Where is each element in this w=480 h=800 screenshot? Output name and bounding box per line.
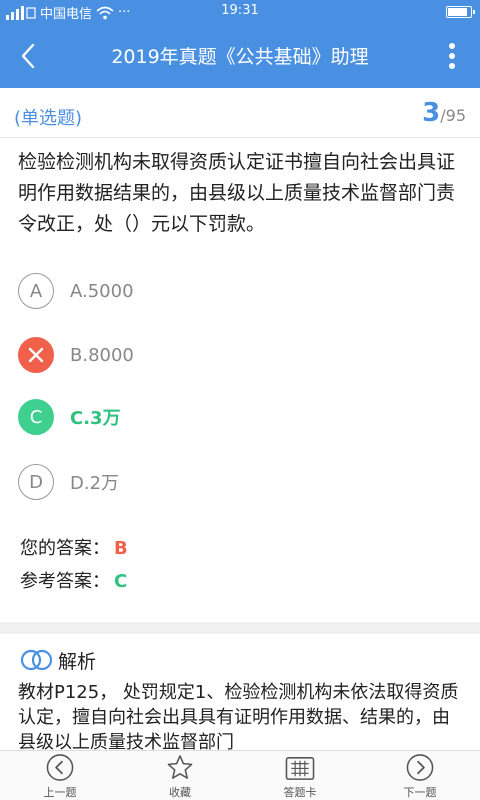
option-b[interactable]: B.8000 [18,335,458,375]
option-c-circle: C [18,399,54,435]
option-d-circle: D [18,464,54,500]
prev-question-button[interactable]: 上一题 [0,751,120,800]
arrow-left-circle-icon [46,754,74,781]
nav-bar: 2019年真题《公共基础》助理 [0,24,480,88]
reference-answer-label: 参考答案： [20,571,110,592]
question-type: (单选题) [14,108,83,129]
more-vertical-icon [449,43,455,69]
answer-card-label: 答题卡 [283,786,317,799]
prev-question-label: 上一题 [43,786,77,799]
current-question-number: 3 [422,98,441,128]
wrong-mark-icon [18,337,54,373]
option-a-text: A.5000 [70,280,134,302]
option-d-text: D.2万 [70,473,120,494]
question-type-bar: (单选题) 3/95 [0,88,480,138]
bottom-toolbar: 上一题 收藏 答题卡 下一题 [0,750,480,800]
status-bar: 中国电信 ··· 19:31 [0,0,480,24]
option-b-text: B.8000 [70,344,134,366]
answer-card-icon [285,757,315,780]
total-question-count: /95 [440,106,466,125]
question-counter: 3/95 [422,98,466,128]
status-time: 19:31 [221,3,259,18]
arrow-right-circle-icon [406,754,434,781]
reference-answer-line: 参考答案： C [20,567,127,593]
chevron-left-icon [21,43,35,69]
analysis-icon [20,649,53,671]
back-button[interactable] [8,36,48,76]
reference-answer-value: C [114,571,128,592]
analysis-text: 教材P125， 处罚规定1、检验检测机构未依法取得资质认定，擅自向社会出具具有证… [18,682,459,752]
option-a-circle: A [18,273,54,309]
section-divider [0,622,480,634]
option-a[interactable]: A A.5000 [18,271,458,311]
battery-icon [446,6,475,18]
option-c-text: C.3万 [70,408,121,429]
your-answer-line: 您的答案： B [20,534,128,560]
favorite-label: 收藏 [169,786,191,799]
answer-card-button[interactable]: 答题卡 [240,751,360,800]
favorite-button[interactable]: 收藏 [120,751,240,800]
analysis-title: 解析 [58,650,97,673]
your-answer-value: B [114,538,128,559]
analysis-header: 解析 [20,646,96,674]
next-question-button[interactable]: 下一题 [360,751,480,800]
option-c[interactable]: C C.3万 [18,397,458,437]
your-answer-label: 您的答案： [20,538,110,559]
option-d[interactable]: D D.2万 [18,462,458,502]
star-icon [167,755,193,779]
page-title: 2019年真题《公共基础》助理 [111,46,369,68]
question-text: 检验检测机构未取得资质认定证书擅自向社会出具证明作用数据结果的，由县级以上质量技… [18,151,456,235]
next-question-label: 下一题 [403,786,437,799]
more-menu-button[interactable] [434,36,470,76]
battery-fill [448,8,467,16]
